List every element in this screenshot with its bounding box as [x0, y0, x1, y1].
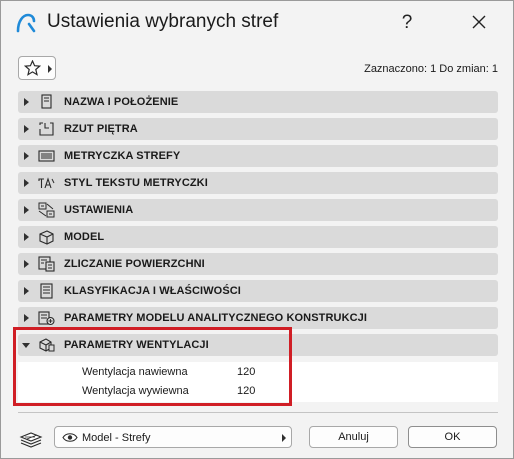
panel-label: METRYCZKA STREFY: [64, 150, 181, 162]
expand-arrow-icon: [24, 125, 29, 133]
panel-label: MODEL: [64, 231, 105, 243]
expand-arrow-icon: [24, 98, 29, 106]
parameter-row-supply: Wentylacja nawiewna 120: [18, 363, 498, 381]
panel-area-calculation[interactable]: ZLICZANIE POWIERZCHNI: [18, 253, 498, 275]
floor-plan-icon: [39, 122, 54, 136]
panel-classification[interactable]: KLASYFIKACJA I WŁAŚCIWOŚCI: [18, 280, 498, 302]
parameter-row-exhaust: Wentylacja wywiewna 120: [18, 382, 498, 400]
ok-button[interactable]: OK: [408, 426, 497, 448]
expand-arrow-icon: [24, 233, 29, 241]
parameter-label: Wentylacja wywiewna: [82, 385, 189, 397]
panel-zone-stamp[interactable]: METRYCZKA STREFY: [18, 145, 498, 167]
panel-label: ZLICZANIE POWIERZCHNI: [64, 258, 205, 270]
expand-arrow-icon: [24, 179, 29, 187]
name-position-icon: [41, 94, 52, 109]
panel-ventilation[interactable]: PARAMETRY WENTYLACJI: [18, 334, 498, 356]
panel-label: NAZWA I POŁOŻENIE: [64, 96, 179, 108]
eye-icon: [62, 433, 78, 442]
title-bar: Ustawienia wybranych stref ?: [1, 1, 513, 45]
expand-arrow-icon: [24, 314, 29, 322]
chevron-right-icon: [282, 434, 286, 442]
parameter-value[interactable]: 120: [237, 366, 255, 378]
panel-label: STYL TEKSTU METRYCZKI: [64, 177, 208, 189]
panel-name-position[interactable]: NAZWA I POŁOŻENIE: [18, 91, 498, 113]
ventilation-content: Wentylacja nawiewna 120 Wentylacja wywie…: [18, 362, 498, 402]
panel-structural-model[interactable]: PARAMETRY MODELU ANALITYCZNEGO KONSTRUKC…: [18, 307, 498, 329]
expand-arrow-icon: [24, 260, 29, 268]
model-icon: [39, 230, 54, 245]
favorites-button[interactable]: [18, 56, 56, 80]
dialog-window: Ustawienia wybranych stref ? Zaznaczono:…: [0, 0, 514, 459]
footer-divider: [18, 412, 498, 413]
model-view-select[interactable]: Model - Strefy: [54, 426, 292, 448]
archicad-logo-icon: [16, 13, 36, 33]
zone-stamp-icon: [38, 150, 55, 162]
model-view-label: Model - Strefy: [82, 432, 151, 444]
text-style-icon: [38, 177, 55, 189]
panel-label: USTAWIENIA: [64, 204, 134, 216]
expand-arrow-icon: [24, 287, 29, 295]
panel-model[interactable]: MODEL: [18, 226, 498, 248]
selection-status: Zaznaczono: 1 Do zmian: 1: [364, 63, 498, 75]
dialog-title: Ustawienia wybranych stref: [47, 11, 279, 32]
settings-icon: [38, 202, 55, 218]
layers-icon[interactable]: [18, 426, 44, 448]
panel-label: PARAMETRY MODELU ANALITYCZNEGO KONSTRUKC…: [64, 312, 368, 324]
classification-icon: [40, 283, 53, 299]
cancel-button[interactable]: Anuluj: [309, 426, 398, 448]
structural-model-icon: [38, 311, 55, 326]
help-button[interactable]: ?: [389, 7, 425, 39]
chevron-right-icon: [48, 65, 52, 73]
close-icon[interactable]: [461, 7, 497, 39]
star-icon: [24, 60, 41, 76]
expand-arrow-icon: [24, 152, 29, 160]
ventilation-icon: [39, 338, 55, 352]
panel-label: RZUT PIĘTRA: [64, 123, 138, 135]
collapse-arrow-icon: [22, 343, 30, 348]
panel-label: PARAMETRY WENTYLACJI: [64, 339, 209, 351]
expand-arrow-icon: [24, 206, 29, 214]
area-calculation-icon: [38, 256, 55, 272]
panel-text-style[interactable]: STYL TEKSTU METRYCZKI: [18, 172, 498, 194]
panel-label: KLASYFIKACJA I WŁAŚCIWOŚCI: [64, 285, 241, 297]
parameter-value[interactable]: 120: [237, 385, 255, 397]
panel-floor-plan[interactable]: RZUT PIĘTRA: [18, 118, 498, 140]
parameter-label: Wentylacja nawiewna: [82, 366, 188, 378]
panel-settings[interactable]: USTAWIENIA: [18, 199, 498, 221]
